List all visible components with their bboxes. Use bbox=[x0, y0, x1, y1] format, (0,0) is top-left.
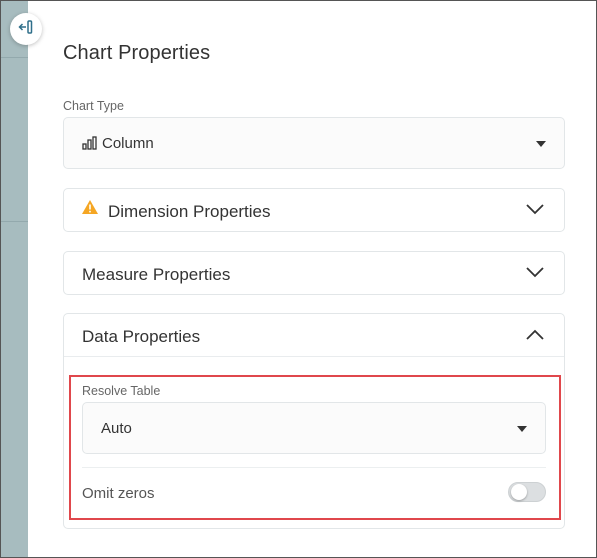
panel-title: Chart Properties bbox=[63, 42, 211, 64]
chevron-down-icon bbox=[526, 265, 544, 283]
dimension-properties-header[interactable]: Dimension Properties bbox=[64, 189, 564, 231]
data-properties-title: Data Properties bbox=[82, 327, 201, 346]
collapse-panel-button[interactable] bbox=[10, 13, 42, 45]
collapse-left-icon bbox=[18, 19, 34, 39]
chevron-up-icon bbox=[526, 327, 544, 345]
measure-properties-title: Measure Properties bbox=[82, 265, 231, 284]
chart-type-label: Chart Type bbox=[63, 99, 124, 113]
app-frame: Chart Properties Chart Type Column Dimen… bbox=[0, 0, 597, 558]
chart-type-value: Column bbox=[102, 135, 154, 152]
data-properties-header[interactable]: Data Properties bbox=[64, 314, 564, 356]
dimension-properties-title: Dimension Properties bbox=[108, 202, 271, 221]
caret-down-icon bbox=[536, 141, 546, 147]
dimension-properties-section: Dimension Properties bbox=[63, 188, 565, 232]
highlight-box bbox=[69, 375, 561, 520]
chevron-down-icon bbox=[526, 202, 544, 220]
warning-icon bbox=[81, 199, 99, 220]
measure-properties-section: Measure Properties bbox=[63, 251, 565, 295]
left-sidebar-strip bbox=[1, 1, 28, 557]
chart-type-select[interactable]: Column bbox=[63, 117, 565, 169]
measure-properties-header[interactable]: Measure Properties bbox=[64, 252, 564, 294]
column-chart-icon bbox=[82, 136, 98, 155]
